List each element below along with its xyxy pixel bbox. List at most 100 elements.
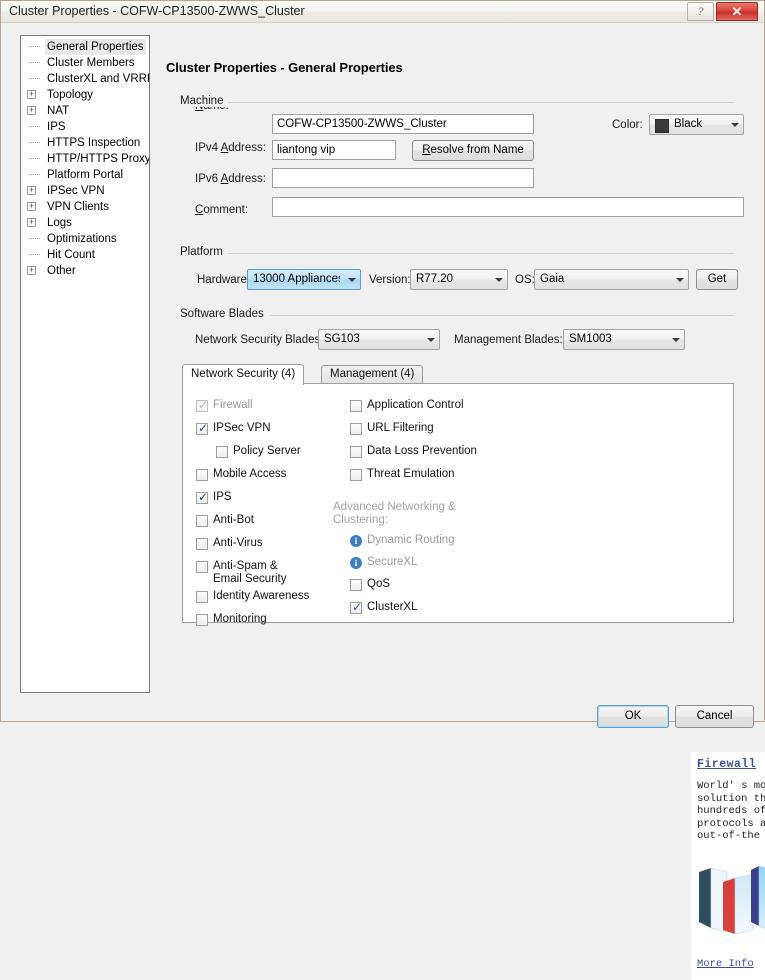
close-button[interactable]: ✕ <box>716 2 758 21</box>
tree-item-cluster-members[interactable]: Cluster Members <box>21 55 149 71</box>
blade-checkbox-monitoring[interactable]: Monitoring <box>196 613 267 626</box>
network-security-blades-label: Network Security Blades: <box>195 334 324 346</box>
checkbox-icon[interactable] <box>196 538 208 550</box>
checkbox-label: Monitoring <box>213 613 267 625</box>
blade-checkbox-qos[interactable]: QoS <box>350 578 390 591</box>
tree-item-label: General Properties <box>45 39 146 55</box>
checkbox-icon[interactable] <box>350 579 362 591</box>
checkbox-icon[interactable] <box>196 614 208 626</box>
blade-checkbox-ips[interactable]: ✓ IPS <box>196 491 232 504</box>
blade-checkbox-mobile-access[interactable]: Mobile Access <box>196 468 287 481</box>
comment-input[interactable] <box>272 197 744 217</box>
expand-toggle-icon[interactable]: + <box>27 186 36 195</box>
checkbox-icon[interactable] <box>350 469 362 481</box>
tab-management-4[interactable]: Management (4) <box>321 365 424 384</box>
platform-group-rule <box>226 253 734 254</box>
checkbox-icon[interactable] <box>350 423 362 435</box>
tab-network-security-4[interactable]: Network Security (4) <box>182 364 305 385</box>
tree-item-http-https-proxy[interactable]: HTTP/HTTPS Proxy <box>21 151 149 167</box>
checkbox-icon[interactable] <box>350 446 362 458</box>
tree-item-ips[interactable]: IPS <box>21 119 149 135</box>
blade-checkbox-policy-server[interactable]: Policy Server <box>216 445 301 458</box>
tree-item-logs[interactable]: + Logs <box>21 215 149 231</box>
expand-toggle-icon[interactable]: + <box>27 218 36 227</box>
blade-checkbox-clusterxl[interactable]: ✓ ClusterXL <box>350 601 418 614</box>
blade-checkbox-data-loss-prevention[interactable]: Data Loss Prevention <box>350 445 477 458</box>
expand-toggle-icon[interactable]: + <box>27 90 36 99</box>
tree-item-platform-portal[interactable]: Platform Portal <box>21 167 149 183</box>
checkbox-icon[interactable] <box>196 469 208 481</box>
expand-toggle-icon[interactable]: + <box>27 106 36 115</box>
blade-checkbox-url-filtering[interactable]: URL Filtering <box>350 422 434 435</box>
blade-checkbox-anti-virus[interactable]: Anti-Virus <box>196 537 263 550</box>
checkbox-label: IPSec VPN <box>213 422 271 434</box>
ok-button[interactable]: OK <box>597 705 669 728</box>
info-icon[interactable]: i <box>350 557 362 569</box>
management-blades-dropdown[interactable]: SM1003 <box>563 329 685 350</box>
checkbox-icon[interactable]: ✓ <box>350 601 362 614</box>
tree-item-label: HTTP/HTTPS Proxy <box>47 153 150 165</box>
blade-checkbox-application-control[interactable]: Application Control <box>350 399 464 412</box>
blade-checkbox-ipsec-vpn[interactable]: ✓ IPSec VPN <box>196 422 271 435</box>
blade-checkbox-firewall[interactable]: ✓ Firewall <box>196 399 253 412</box>
blade-checkbox-anti-spam[interactable]: Anti-Spam & Email Security <box>196 560 287 586</box>
tree-connector-icon <box>29 78 40 79</box>
checkbox-icon[interactable] <box>216 446 228 458</box>
tree-item-clusterxl-and-vrrp[interactable]: ClusterXL and VRRP <box>21 71 149 87</box>
tree-item-https-inspection[interactable]: HTTPS Inspection <box>21 135 149 151</box>
info-icon[interactable]: i <box>350 535 362 547</box>
ipv6-address-input[interactable] <box>272 168 534 188</box>
os-value: Gaia <box>540 273 565 285</box>
network-security-blades-dropdown[interactable]: SG103 <box>318 329 440 350</box>
tree-item-vpn-clients[interactable]: + VPN Clients <box>21 199 149 215</box>
checkmark-icon: ✓ <box>198 490 209 504</box>
expand-toggle-icon[interactable]: + <box>27 202 36 211</box>
checkbox-label: URL Filtering <box>367 422 434 434</box>
checkbox-icon[interactable] <box>196 591 208 603</box>
blade-info-item-dynamic-routing[interactable]: i Dynamic Routing <box>350 534 455 547</box>
tree-item-topology[interactable]: + Topology <box>21 87 149 103</box>
chevron-down-icon <box>672 338 680 342</box>
navigation-tree[interactable]: General Properties Cluster Members Cluster… <box>20 35 150 693</box>
tree-item-label: ClusterXL and VRRP <box>47 73 150 85</box>
tree-connector-icon <box>29 142 40 143</box>
checkbox-label: Anti-Bot <box>213 514 254 526</box>
hardware-dropdown[interactable]: 13000 Appliances <box>247 269 361 290</box>
checkbox-icon[interactable] <box>350 400 362 412</box>
checkbox-icon[interactable] <box>196 561 208 573</box>
get-button[interactable]: Get <box>696 269 738 290</box>
tree-item-ipsec-vpn[interactable]: + IPSec VPN <box>21 183 149 199</box>
window-title: Cluster Properties - COFW-CP13500-ZWWS_C… <box>9 4 305 18</box>
checkbox-icon[interactable]: ✓ <box>196 422 208 435</box>
tree-item-general-properties[interactable]: General Properties <box>21 39 149 55</box>
checkbox-icon[interactable]: ✓ <box>196 490 209 504</box>
checkbox-icon[interactable]: ✓ <box>196 399 208 412</box>
cancel-button[interactable]: Cancel <box>675 705 754 728</box>
page-title: Cluster Properties - General Properties <box>166 60 403 75</box>
blade-info-item-securexl[interactable]: i SecureXL <box>350 556 418 569</box>
checkbox-icon[interactable] <box>196 515 208 527</box>
software-blades-group-label: Software Blades <box>180 308 269 320</box>
blade-checkbox-threat-emulation[interactable]: Threat Emulation <box>350 468 455 481</box>
tree-item-nat[interactable]: + NAT <box>21 103 149 119</box>
checkbox-label: Mobile Access <box>213 468 287 480</box>
color-dropdown[interactable]: Black <box>649 114 744 135</box>
checkbox-label: ClusterXL <box>367 601 418 613</box>
blade-checkbox-identity-awareness[interactable]: Identity Awareness <box>196 590 309 603</box>
tree-item-optimizations[interactable]: Optimizations <box>21 231 149 247</box>
tree-item-other[interactable]: + Other <box>21 263 149 279</box>
name-input[interactable] <box>272 114 534 134</box>
version-dropdown[interactable]: R77.20 <box>410 269 508 290</box>
blade-checkbox-anti-bot[interactable]: Anti-Bot <box>196 514 254 527</box>
machine-group-label: Machine <box>180 95 229 107</box>
cluster-properties-window: Cluster Properties - COFW-CP13500-ZWWS_C… <box>0 0 765 980</box>
help-button[interactable]: ? <box>687 2 714 21</box>
resolve-from-name-button[interactable]: Resolve from Name <box>412 140 534 161</box>
ipv4-address-input[interactable] <box>272 140 396 160</box>
expand-toggle-icon[interactable]: + <box>27 266 36 275</box>
more-info-link[interactable]: More Info <box>697 958 754 970</box>
tree-item-hit-count[interactable]: Hit Count <box>21 247 149 263</box>
tree-item-label: Platform Portal <box>47 169 124 181</box>
os-dropdown[interactable]: Gaia <box>534 269 689 290</box>
ipv6-label: IPv6 Address: <box>195 173 266 185</box>
